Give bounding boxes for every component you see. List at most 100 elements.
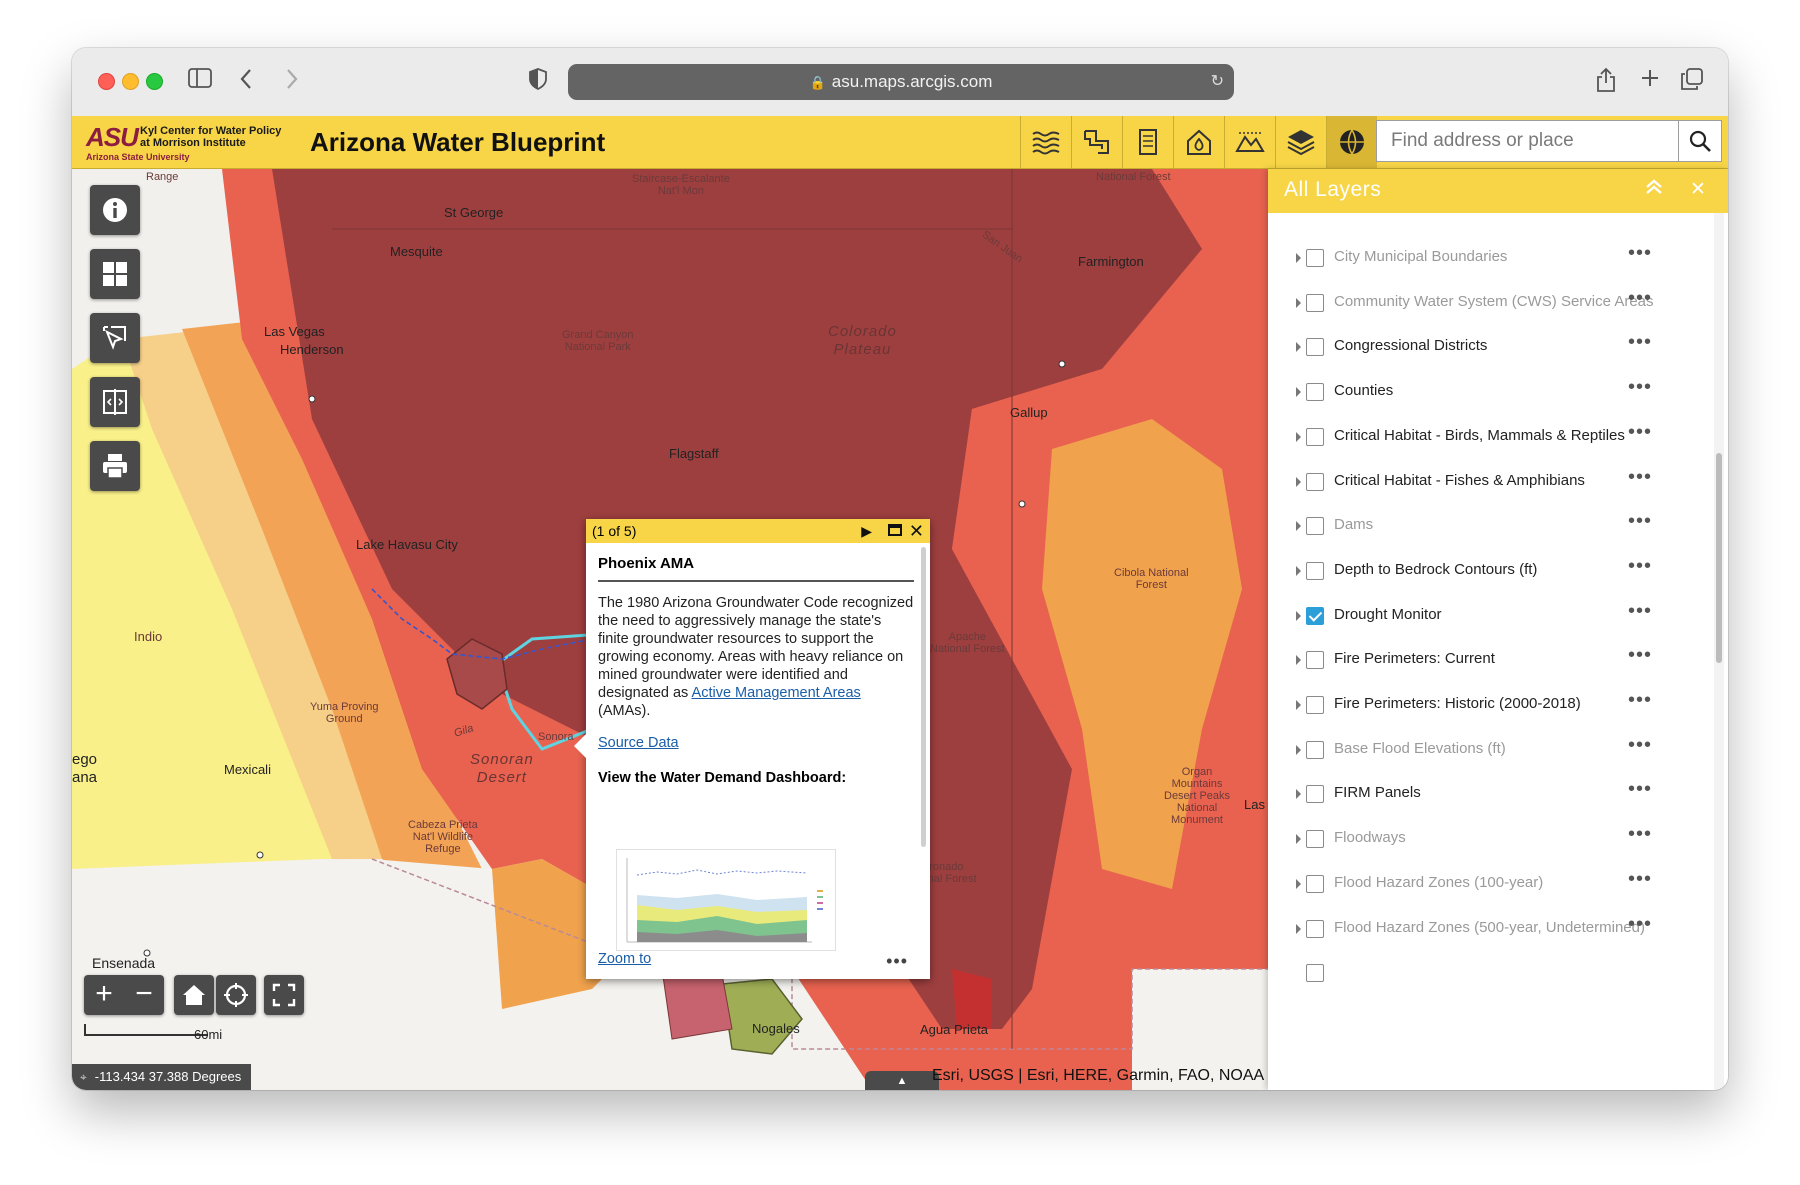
expand-arrow-icon[interactable] — [1296, 298, 1301, 308]
layer-row[interactable]: Drought Monitor ••• — [1268, 597, 1712, 641]
info-button[interactable] — [90, 185, 140, 235]
expand-arrow-icon[interactable] — [1296, 611, 1301, 621]
search-input[interactable] — [1377, 121, 1677, 161]
expand-arrow-icon[interactable] — [1296, 566, 1301, 576]
layer-options-icon[interactable]: ••• — [1628, 555, 1652, 578]
expand-arrow-icon[interactable] — [1296, 387, 1301, 397]
close-popup-icon[interactable]: ✕ — [909, 519, 924, 543]
layer-row[interactable]: Dams ••• — [1268, 507, 1712, 551]
layer-options-icon[interactable]: ••• — [1628, 421, 1652, 444]
home-button[interactable] — [174, 975, 214, 1015]
layer-row[interactable]: Base Flood Elevations (ft) ••• — [1268, 731, 1712, 775]
popup-more-icon[interactable]: ••• — [886, 951, 908, 972]
close-window-button[interactable] — [98, 73, 115, 90]
home-drop-icon[interactable] — [1173, 116, 1224, 168]
zoom-to-link[interactable]: Zoom to — [598, 951, 651, 967]
ama-link[interactable]: Active Management Areas — [692, 685, 861, 701]
select-button[interactable] — [90, 313, 140, 363]
layer-options-icon[interactable]: ••• — [1628, 778, 1652, 801]
expand-arrow-icon[interactable] — [1296, 834, 1301, 844]
layer-options-icon[interactable]: ••• — [1628, 823, 1652, 846]
expand-panel-tab[interactable]: ▲ — [865, 1071, 939, 1090]
forward-icon[interactable] — [278, 68, 306, 96]
new-tab-icon[interactable] — [1636, 68, 1664, 94]
layer-checkbox[interactable] — [1306, 607, 1324, 625]
layer-row[interactable]: Congressional Districts ••• — [1268, 328, 1712, 372]
maximize-icon[interactable] — [888, 519, 902, 543]
layer-checkbox[interactable] — [1306, 249, 1324, 267]
layer-row[interactable]: Critical Habitat - Birds, Mammals & Rept… — [1268, 418, 1712, 462]
layer-checkbox[interactable] — [1306, 428, 1324, 446]
layer-row[interactable]: Fire Perimeters: Historic (2000-2018) ••• — [1268, 686, 1712, 730]
layer-options-icon[interactable]: ••• — [1628, 644, 1652, 667]
expand-arrow-icon[interactable] — [1296, 789, 1301, 799]
layer-checkbox[interactable] — [1306, 964, 1324, 982]
expand-arrow-icon[interactable] — [1296, 342, 1301, 352]
layer-options-icon[interactable]: ••• — [1628, 600, 1652, 623]
layer-checkbox[interactable] — [1306, 785, 1324, 803]
tabs-icon[interactable] — [1678, 68, 1706, 96]
next-feature-icon[interactable]: ▶ — [861, 519, 872, 543]
layers-icon[interactable] — [1275, 116, 1326, 168]
expand-arrow-icon[interactable] — [1296, 700, 1301, 710]
layer-row[interactable]: Critical Habitat - Fishes & Amphibians ••… — [1268, 463, 1712, 507]
layer-options-icon[interactable]: ••• — [1628, 466, 1652, 489]
zoom-out-button[interactable]: − — [124, 975, 164, 1015]
expand-arrow-icon[interactable] — [1296, 521, 1301, 531]
layer-options-icon[interactable]: ••• — [1628, 287, 1652, 310]
shield-icon[interactable] — [524, 68, 552, 96]
layer-options-icon[interactable]: ••• — [1628, 689, 1652, 712]
layer-checkbox[interactable] — [1306, 696, 1324, 714]
expand-arrow-icon[interactable] — [1296, 745, 1301, 755]
asu-logo[interactable]: ASU Kyl Center for Water Policy at Morri… — [86, 122, 292, 162]
share-icon[interactable] — [1592, 67, 1620, 98]
search-button[interactable] — [1678, 121, 1721, 161]
collapse-panel-icon[interactable] — [1644, 178, 1664, 202]
layer-options-icon[interactable]: ••• — [1628, 868, 1652, 891]
layer-checkbox[interactable] — [1306, 473, 1324, 491]
expand-arrow-icon[interactable] — [1296, 432, 1301, 442]
document-icon[interactable] — [1122, 116, 1173, 168]
layer-row[interactable]: Flood Hazard Zones (500-year, Undetermin… — [1268, 910, 1712, 954]
close-panel-icon[interactable]: ✕ — [1690, 178, 1706, 201]
layer-options-icon[interactable]: ••• — [1628, 510, 1652, 533]
layer-row[interactable]: Depth to Bedrock Contours (ft) ••• — [1268, 552, 1712, 596]
layer-row-partial[interactable] — [1268, 954, 1712, 998]
coordinate-readout[interactable]: ⌖ -113.434 37.388 Degrees — [72, 1064, 252, 1090]
layer-checkbox[interactable] — [1306, 830, 1324, 848]
print-button[interactable] — [90, 441, 140, 491]
layer-row[interactable]: FIRM Panels ••• — [1268, 775, 1712, 819]
layer-checkbox[interactable] — [1306, 338, 1324, 356]
terrain-icon[interactable] — [1224, 116, 1275, 168]
expand-arrow-icon[interactable] — [1296, 477, 1301, 487]
expand-arrow-icon[interactable] — [1296, 253, 1301, 263]
source-data-link[interactable]: Source Data — [598, 735, 679, 751]
layer-checkbox[interactable] — [1306, 383, 1324, 401]
dashboard-thumbnail[interactable] — [616, 849, 836, 951]
layer-options-icon[interactable]: ••• — [1628, 734, 1652, 757]
layer-options-icon[interactable]: ••• — [1628, 242, 1652, 265]
layer-options-icon[interactable]: ••• — [1628, 913, 1652, 936]
reload-icon[interactable]: ↻ — [1211, 64, 1224, 100]
flow-icon[interactable] — [1071, 116, 1122, 168]
layer-options-icon[interactable]: ••• — [1628, 331, 1652, 354]
layers-scrollbar[interactable] — [1714, 213, 1724, 1090]
layer-checkbox[interactable] — [1306, 517, 1324, 535]
layer-checkbox[interactable] — [1306, 875, 1324, 893]
grid-button[interactable] — [90, 249, 140, 299]
layer-row[interactable]: Flood Hazard Zones (100-year) ••• — [1268, 865, 1712, 909]
expand-arrow-icon[interactable] — [1296, 924, 1301, 934]
layer-row[interactable]: Fire Perimeters: Current ••• — [1268, 641, 1712, 685]
basemap-globe-icon[interactable] — [1326, 116, 1377, 168]
layer-row[interactable]: Floodways ••• — [1268, 820, 1712, 864]
layer-options-icon[interactable]: ••• — [1628, 376, 1652, 399]
layer-checkbox[interactable] — [1306, 294, 1324, 312]
expand-arrow-icon[interactable] — [1296, 655, 1301, 665]
expand-arrow-icon[interactable] — [1296, 879, 1301, 889]
layer-checkbox[interactable] — [1306, 920, 1324, 938]
layer-checkbox[interactable] — [1306, 741, 1324, 759]
maximize-window-button[interactable] — [146, 73, 163, 90]
fullscreen-button[interactable] — [264, 975, 304, 1015]
layer-row[interactable]: Community Water System (CWS) Service Are… — [1268, 284, 1712, 328]
layer-checkbox[interactable] — [1306, 651, 1324, 669]
